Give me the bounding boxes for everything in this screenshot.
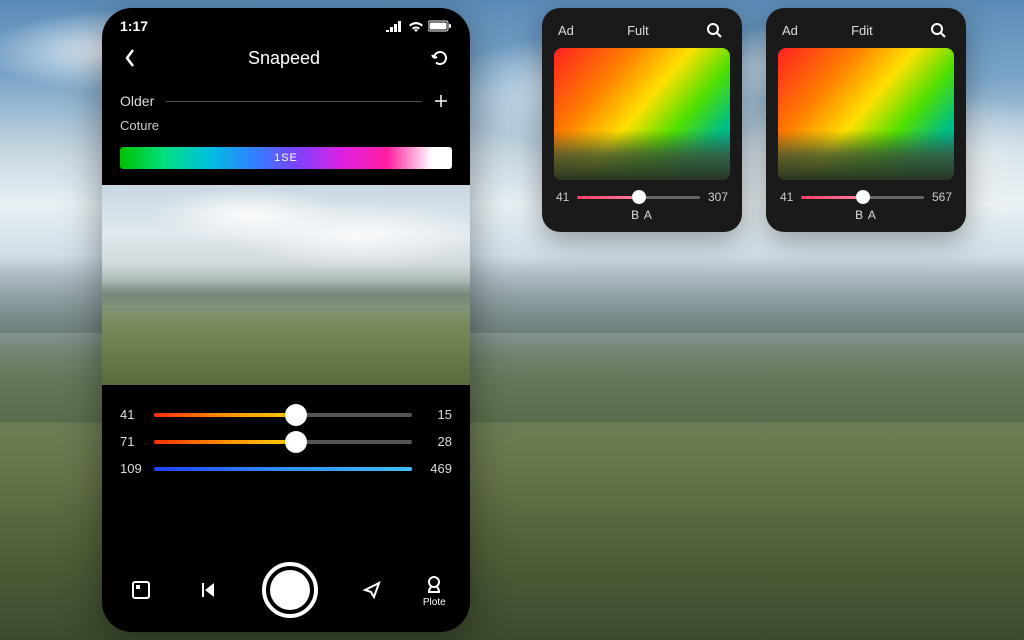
mini-a-thumb[interactable] xyxy=(632,190,646,204)
mini-b-slider[interactable]: 41 567 xyxy=(780,190,952,204)
app-title: Snapeed xyxy=(248,48,320,69)
prev-button[interactable] xyxy=(193,576,221,604)
slider-2-thumb[interactable] xyxy=(285,431,307,453)
mini-b-tab1[interactable]: Ad xyxy=(782,23,798,38)
photo-preview xyxy=(102,185,470,385)
status-bar: 1:17 xyxy=(102,8,470,38)
slider-2-fill xyxy=(154,440,296,444)
slider-1-thumb[interactable] xyxy=(285,404,307,426)
slider-2-left: 71 xyxy=(120,434,144,449)
mini-a-tab2[interactable]: Fult xyxy=(627,23,649,38)
gallery-button[interactable] xyxy=(126,575,156,605)
status-icons xyxy=(386,20,452,32)
skip-prev-icon xyxy=(197,580,217,600)
battery-icon xyxy=(428,20,452,32)
mini-b-footer: B A xyxy=(778,208,954,222)
mini-panel-a: Ad Fult 41 307 B A xyxy=(542,8,742,232)
refresh-icon xyxy=(430,48,450,68)
mini-panel-b: Ad Fdit 41 567 B A xyxy=(766,8,966,232)
refresh-button[interactable] xyxy=(426,44,454,72)
plote-icon xyxy=(423,573,445,595)
mini-a-search-button[interactable] xyxy=(702,18,726,42)
slider-1-left: 41 xyxy=(120,407,144,422)
mini-a-gradient[interactable] xyxy=(554,48,730,180)
send-icon xyxy=(362,580,382,600)
mini-a-track[interactable] xyxy=(577,196,700,199)
slider-2-right: 28 xyxy=(422,434,452,449)
share-button[interactable] xyxy=(358,576,386,604)
older-row[interactable]: Older xyxy=(120,86,452,116)
gallery-icon xyxy=(130,579,152,601)
coture-label: Coture xyxy=(120,116,452,141)
search-icon xyxy=(930,22,946,38)
mini-b-track[interactable] xyxy=(801,196,924,199)
slider-row-2[interactable]: 71 28 xyxy=(120,434,452,449)
sliders-block: 41 15 71 28 109 469 xyxy=(102,385,470,490)
mini-a-tab1[interactable]: Ad xyxy=(558,23,574,38)
mini-b-header: Ad Fdit xyxy=(778,18,954,48)
mini-a-val-left: 41 xyxy=(556,190,569,204)
signal-icon xyxy=(386,20,404,32)
shutter-icon xyxy=(262,562,318,618)
bottom-bar: Plote xyxy=(102,548,470,632)
slider-1-track[interactable] xyxy=(154,413,412,417)
controls-section: Older Coture 1SE xyxy=(102,82,470,183)
back-button[interactable] xyxy=(118,44,142,72)
plus-icon xyxy=(434,94,448,108)
hue-bar[interactable]: 1SE xyxy=(120,147,452,169)
mini-a-val-right: 307 xyxy=(708,190,728,204)
mini-b-val-right: 567 xyxy=(932,190,952,204)
slider-row-3[interactable]: 109 469 xyxy=(120,461,452,476)
hue-bar-label: 1SE xyxy=(274,152,298,164)
status-time: 1:17 xyxy=(120,18,148,34)
mini-b-tab2[interactable]: Fdit xyxy=(851,23,873,38)
slider-3-left: 109 xyxy=(120,461,144,476)
chevron-left-icon xyxy=(122,48,138,68)
slider-row-1[interactable]: 41 15 xyxy=(120,407,452,422)
mini-b-search-button[interactable] xyxy=(926,18,950,42)
app-header: Snapeed xyxy=(102,38,470,82)
plote-button[interactable]: Plote xyxy=(423,573,446,608)
mini-a-header: Ad Fult xyxy=(554,18,730,48)
slider-3-right: 469 xyxy=(422,461,452,476)
divider xyxy=(166,101,422,102)
mini-b-thumb[interactable] xyxy=(856,190,870,204)
slider-3-track[interactable] xyxy=(154,467,412,471)
add-button[interactable] xyxy=(430,90,452,112)
slider-3-fill xyxy=(154,467,412,471)
slider-1-right: 15 xyxy=(422,407,452,422)
mini-b-val-left: 41 xyxy=(780,190,793,204)
shutter-button[interactable] xyxy=(258,558,322,622)
mini-a-footer: B A xyxy=(554,208,730,222)
slider-1-fill xyxy=(154,413,296,417)
wifi-icon xyxy=(408,20,424,32)
mini-b-gradient[interactable] xyxy=(778,48,954,180)
slider-2-track[interactable] xyxy=(154,440,412,444)
mini-a-slider[interactable]: 41 307 xyxy=(556,190,728,204)
search-icon xyxy=(706,22,722,38)
older-label: Older xyxy=(120,93,154,109)
plote-label: Plote xyxy=(423,597,446,608)
phone-mockup: 1:17 Snapeed Older Coture 1SE xyxy=(102,8,470,632)
